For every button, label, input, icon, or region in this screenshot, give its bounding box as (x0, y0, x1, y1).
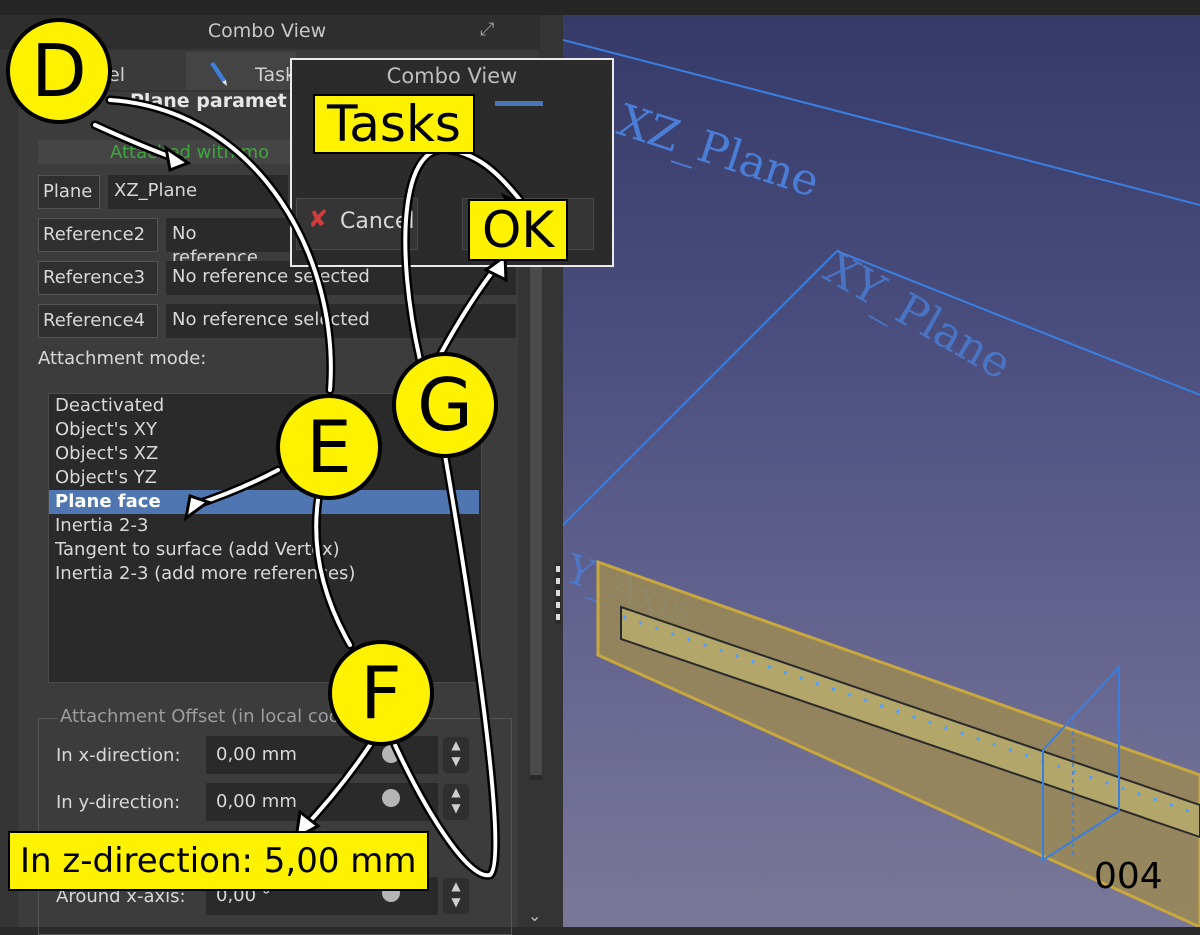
frame-number: 004 (1094, 856, 1163, 897)
callout-e: E (276, 394, 382, 500)
callout-z-direction-label: In z-direction: 5,00 mm (8, 831, 429, 891)
callout-d: D (6, 18, 112, 124)
callout-tasks-label: Tasks (313, 94, 475, 154)
callout-g: G (392, 352, 498, 458)
annotation-arrows (90, 95, 529, 880)
callout-ok-label: OK (468, 199, 569, 261)
callout-f: F (328, 640, 434, 746)
